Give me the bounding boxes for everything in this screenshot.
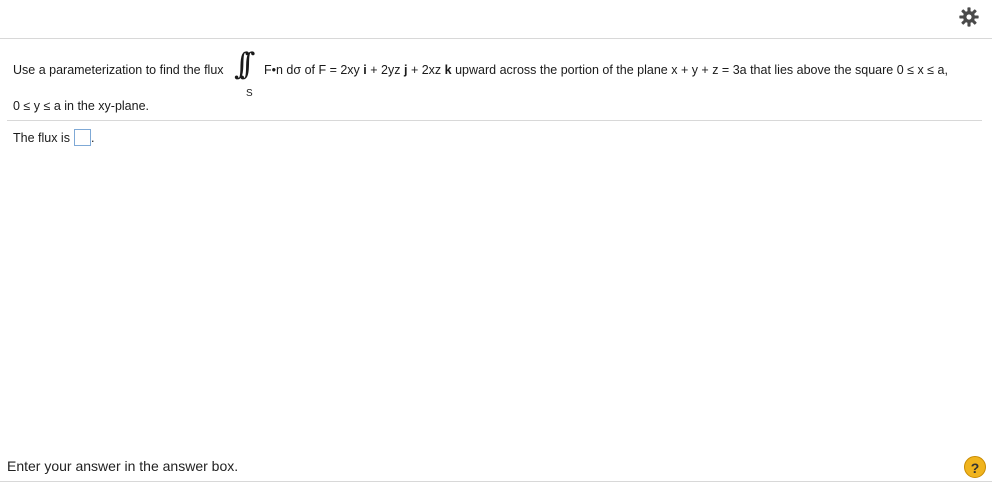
integrand-plus-xz: + 2xz	[410, 63, 442, 77]
integral-subscript: S	[246, 88, 253, 99]
integrand-text: F•n dσ of F = 2xy	[264, 63, 360, 77]
footer-instruction: Enter your answer in the answer box.	[7, 458, 239, 474]
answer-suffix: .	[90, 130, 95, 145]
answer-line: The flux is .	[13, 129, 94, 146]
question-divider	[7, 120, 982, 121]
integrand-plus-yz: + 2yz	[370, 63, 401, 77]
bottom-divider	[0, 481, 992, 482]
answer-input-box[interactable]	[73, 129, 91, 146]
unit-vector-k: k	[444, 63, 452, 77]
question-intro: Use a parameterization to find the flux	[13, 63, 224, 77]
help-icon[interactable]: ?	[964, 456, 986, 478]
answer-label: The flux is	[13, 130, 70, 145]
unit-vector-j: j	[403, 63, 408, 77]
gear-icon[interactable]	[958, 6, 980, 28]
question-line2: 0 ≤ y ≤ a in the xy-plane.	[13, 99, 150, 113]
question-rest: upward across the portion of the plane x…	[455, 63, 948, 77]
double-integral-symbol: ∫∫	[234, 47, 256, 82]
question-text: Use a parameterization to find the flux …	[13, 50, 988, 114]
unit-vector-i: i	[363, 63, 367, 77]
top-divider	[0, 38, 992, 39]
